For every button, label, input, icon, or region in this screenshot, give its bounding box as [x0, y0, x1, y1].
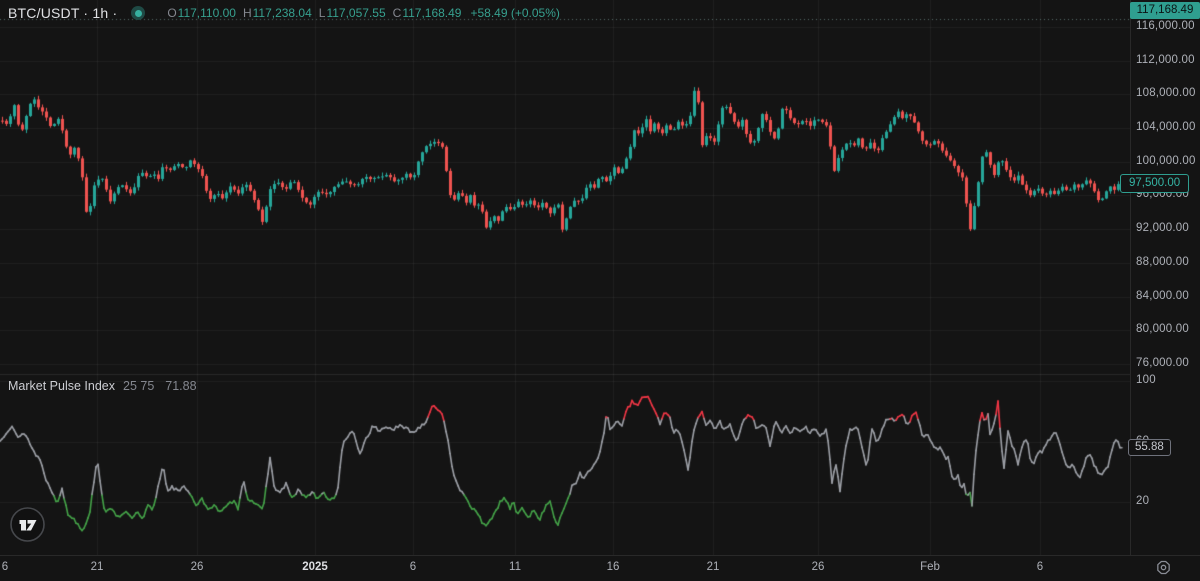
high-value: 117,238.04 [253, 6, 312, 20]
chart-window: BTC/USDT · 1h · O117,110.00H117,238.04L1… [0, 0, 1200, 581]
gear-icon [1155, 559, 1172, 576]
price-axis-label: 76,000.00 [1136, 357, 1189, 369]
price-axis-label: 108,000.00 [1136, 87, 1196, 99]
chart-canvas[interactable] [0, 0, 1130, 555]
time-axis-label: 21 [707, 561, 720, 573]
data-feed-status-icon[interactable] [131, 6, 145, 20]
price-axis-label: 84,000.00 [1136, 290, 1189, 302]
time-axis-label: 6 [410, 561, 416, 573]
price-axis-label: 92,000.00 [1136, 222, 1189, 234]
indicator-axis-label: 100 [1136, 374, 1156, 386]
alert-price-badge[interactable]: 97,500.00 [1120, 174, 1189, 193]
time-axis-label: 26 [191, 561, 204, 573]
indicator-value-badge: 55.88 [1128, 439, 1171, 456]
low-label: L [319, 6, 326, 20]
open-label: O [167, 6, 176, 20]
time-scale[interactable]: 6 21 26 2025 6 11 16 21 26 Feb 6 [0, 555, 1200, 581]
time-axis-label: 21 [91, 561, 104, 573]
indicator-params: 25 75 [123, 379, 154, 393]
last-price-badge: 117,168.49 [1130, 2, 1200, 19]
time-axis-label: Feb [920, 561, 940, 573]
price-axis-label: 116,000.00 [1136, 20, 1195, 32]
indicator-legend: Market Pulse Index 25 75 71.88 [8, 379, 197, 393]
time-axis-label: 26 [812, 561, 825, 573]
time-axis-label: 6 [2, 561, 8, 573]
price-axis-label: 112,000.00 [1136, 54, 1195, 66]
price-axis-label: 100,000.00 [1136, 155, 1196, 167]
tradingview-logo[interactable] [9, 506, 46, 543]
low-value: 117,057.55 [326, 6, 385, 20]
time-axis-label: 2025 [302, 561, 328, 573]
high-label: H [243, 6, 252, 20]
symbol-legend: BTC/USDT · 1h · O117,110.00H117,238.04L1… [8, 5, 560, 21]
indicator-name[interactable]: Market Pulse Index [8, 379, 115, 393]
open-value: 117,110.00 [178, 6, 236, 20]
time-axis-label: 11 [509, 561, 521, 573]
indicator-value: 71.88 [165, 379, 196, 393]
close-value: 117,168.49 [402, 6, 461, 20]
price-axis-label: 104,000.00 [1136, 121, 1196, 133]
indicator-axis-label: 20 [1136, 495, 1149, 507]
close-label: C [393, 6, 402, 20]
symbol-title[interactable]: BTC/USDT · 1h · [8, 5, 117, 21]
tradingview-logo-icon [9, 506, 46, 543]
price-axis-label: 80,000.00 [1136, 323, 1189, 335]
ohlc-values: O117,110.00 H117,238.04 L117,057.55 C117,16… [167, 6, 560, 20]
time-axis-label: 16 [607, 561, 620, 573]
scale-settings-button[interactable] [1151, 555, 1175, 579]
time-axis-label: 6 [1037, 561, 1043, 573]
price-axis-label: 88,000.00 [1136, 256, 1189, 268]
price-scale[interactable]: 116,000.00 112,000.00 108,000.00 104,000.00… [1130, 0, 1200, 555]
change-value: +58.49 (+0.05%) [470, 6, 559, 20]
